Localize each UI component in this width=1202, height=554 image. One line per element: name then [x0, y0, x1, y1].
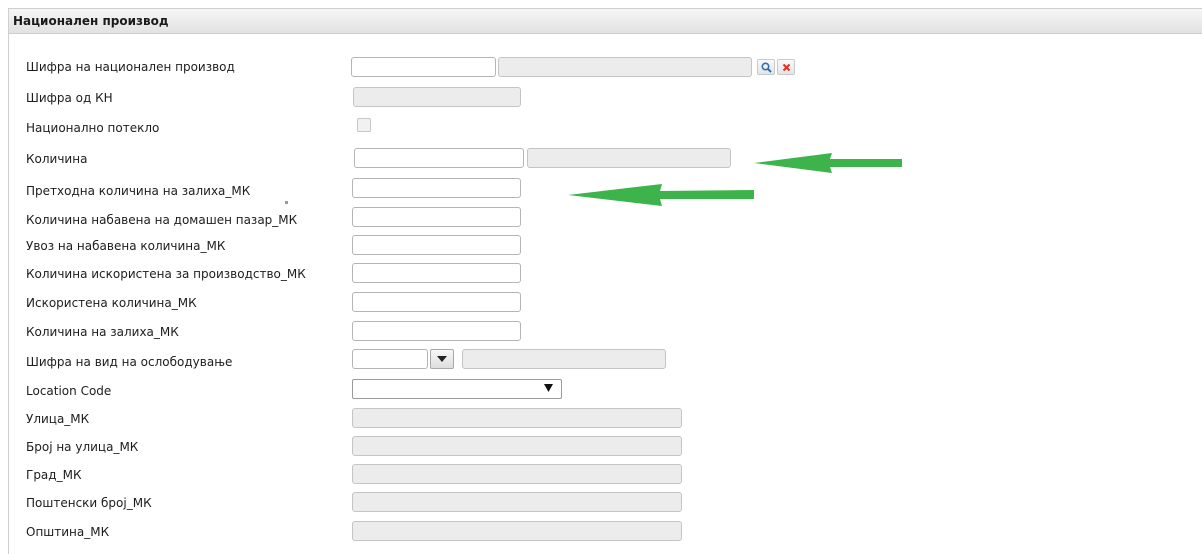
national-origin-checkbox[interactable] [357, 118, 371, 132]
clear-icon [782, 63, 790, 71]
quantity-label: Количина [26, 152, 88, 166]
exemption-type-code-input[interactable] [352, 349, 428, 369]
import-quantity-input[interactable] [352, 235, 521, 255]
national-product-code-label: Шифра на национален производ [26, 60, 235, 74]
stock-quantity-input[interactable] [352, 321, 521, 341]
search-icon [760, 61, 772, 73]
street-number-label: Број на улица_МК [26, 440, 139, 454]
national-product-name-field [498, 57, 752, 77]
used-quantity-input[interactable] [352, 292, 521, 312]
cursor-dot [285, 201, 288, 204]
green-arrow-annotation [568, 184, 754, 206]
postal-code-label: Поштенски број_МК [26, 496, 152, 510]
street-number-field [352, 436, 682, 456]
used-quantity-label: Искористена количина_МК [26, 296, 197, 310]
exemption-type-dropdown-button[interactable] [430, 349, 454, 369]
exemption-type-code-label: Шифра на вид на ослободување [26, 355, 233, 369]
dropdown-arrow-icon [544, 384, 553, 392]
clear-button[interactable] [777, 59, 795, 75]
panel-header: Национален производ [9, 9, 1202, 34]
kn-code-label: Шифра од КН [26, 91, 113, 105]
postal-code-field [352, 492, 682, 512]
quantity-unit-field [527, 148, 731, 168]
chevron-down-icon [437, 356, 447, 362]
search-button[interactable] [757, 59, 775, 75]
street-label: Улица_МК [26, 412, 90, 426]
stock-quantity-label: Количина на залиха_МК [26, 325, 179, 339]
green-arrow-annotation [754, 153, 902, 173]
municipality-label: Општина_МК [26, 525, 110, 539]
exemption-type-description-field [462, 349, 666, 369]
quantity-input[interactable] [354, 148, 524, 168]
previous-stock-quantity-label: Претходна количина на залиха_МК [26, 184, 251, 198]
location-code-select[interactable] [352, 379, 562, 399]
production-used-quantity-label: Количина искористена за производство_МК [26, 267, 306, 281]
municipality-field [352, 521, 682, 541]
city-label: Град_МК [26, 468, 82, 482]
kn-code-field [353, 87, 521, 107]
domestic-procured-quantity-input[interactable] [352, 207, 521, 227]
import-quantity-label: Увоз на набавена количина_МК [26, 239, 226, 253]
national-product-code-input[interactable] [351, 57, 496, 77]
domestic-procured-quantity-label: Количина набавена на домашен пазар_МК [26, 213, 298, 227]
location-code-label: Location Code [26, 384, 112, 398]
production-used-quantity-input[interactable] [352, 263, 521, 283]
national-origin-label: Национално потекло [26, 121, 160, 135]
city-field [352, 464, 682, 484]
panel-title: Национален производ [13, 14, 169, 28]
street-field [352, 408, 682, 428]
previous-stock-quantity-input[interactable] [352, 178, 521, 198]
